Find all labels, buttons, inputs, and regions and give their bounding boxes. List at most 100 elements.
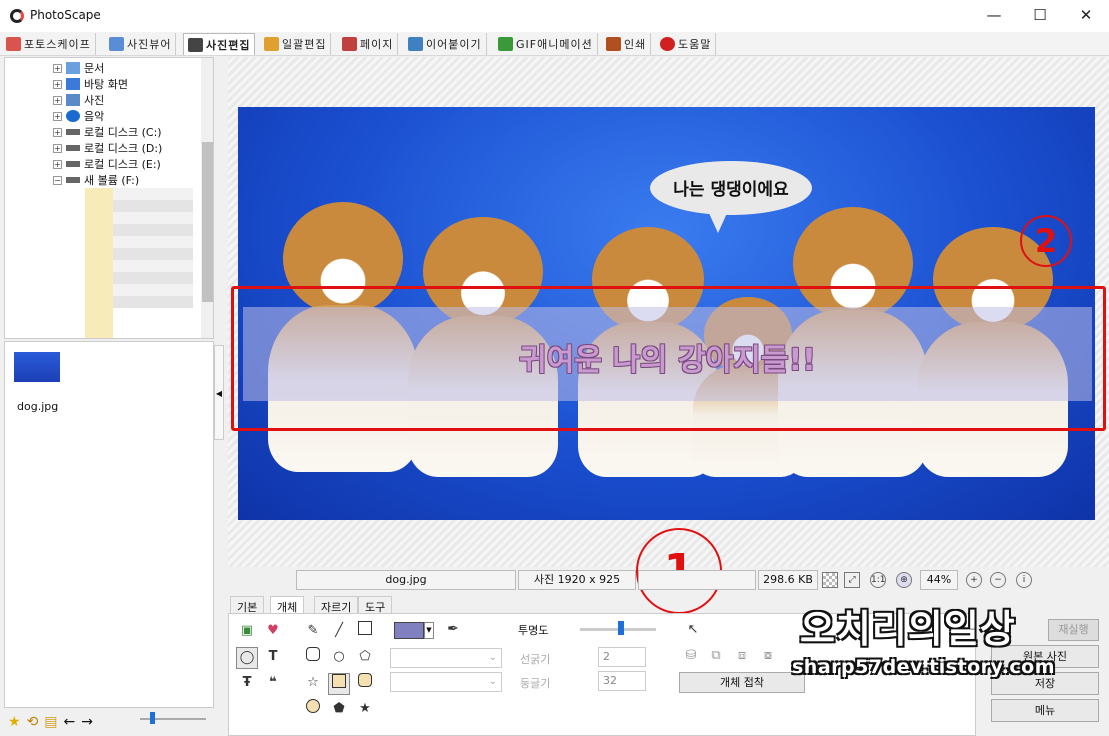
thumbnail-image[interactable] [14,352,60,382]
tree-item-documents[interactable]: + 문서 [53,60,104,76]
tab-help[interactable]: 도움말 [656,33,717,55]
disk-icon [66,129,80,135]
annotation-marker-2: 2 [1020,215,1072,267]
expand-icon[interactable]: + [53,63,62,73]
filled-rounded-rect-icon[interactable] [354,673,376,695]
layer-icon[interactable]: ⛁ [680,646,702,668]
panel-collapse-button[interactable]: ◀ [214,345,224,440]
main-tab-bar: 포토스케이프 사진뷰어 사진편집 일괄편집 페이지 이어붙이기 GIF애니메이션… [0,32,1109,56]
thumbnail-filename: dog.jpg [17,400,59,413]
send-back-icon[interactable]: ⧇ [757,646,779,668]
opacity-label: 투명도 [518,624,549,637]
tab-viewer[interactable]: 사진뷰어 [105,33,177,55]
tab-page[interactable]: 페이지 [338,33,399,55]
tab-gif[interactable]: GIF애니메이션 [494,33,598,55]
photoscape-logo-icon [10,9,24,23]
minimize-button[interactable]: — [971,0,1017,32]
line-style-combo[interactable]: ⌄ [390,648,502,668]
filled-circle-icon[interactable] [302,699,324,721]
expand-icon[interactable]: + [53,111,62,121]
status-filename: dog.jpg [296,570,516,590]
pentagon-icon[interactable]: ⬠ [354,647,376,669]
tab-print[interactable]: 인쇄 [602,33,652,55]
text-effect-icon[interactable]: Ŧ [236,673,258,695]
expand-icon[interactable]: + [53,127,62,137]
transparency-icon[interactable] [822,572,838,588]
subtab-crop[interactable]: 자르기 [314,596,359,614]
rounded-rect-icon[interactable] [302,647,324,669]
color-dropdown-icon[interactable]: ▼ [424,622,434,639]
line-width-stepper[interactable]: 2 [598,647,646,667]
tree-item-disk-c[interactable]: + 로컬 디스크 (C:) [53,124,162,140]
arrow-style-combo[interactable]: ⌄ [390,672,502,692]
collapse-icon[interactable]: − [53,175,62,185]
line-icon[interactable]: ╱ [328,621,350,643]
tree-scrollbar-thumb[interactable] [202,142,213,302]
eyedropper-icon[interactable]: ✒ [442,619,464,641]
tab-editor[interactable]: 사진편집 [183,33,256,55]
subtab-tools[interactable]: 도구 [358,596,393,614]
roundness-label: 둥글기 [520,677,551,690]
duplicate-icon[interactable]: ⧉ [705,646,727,668]
expand-icon[interactable]: + [53,159,62,169]
expand-icon[interactable]: + [53,79,62,89]
tree-item-desktop[interactable]: + 바탕 화면 [53,76,128,92]
zoom-level[interactable]: 44% [920,570,958,590]
star-shape-icon[interactable]: ☆ [302,673,324,695]
pointer-icon[interactable]: ↖ [682,620,704,642]
star-icon[interactable]: ★ [8,714,21,730]
tree-item-pictures[interactable]: + 사진 [53,92,104,108]
thumbnail-size-slider-thumb[interactable] [150,712,155,724]
heart-icon[interactable]: ♥ [262,621,284,643]
filled-rect-icon[interactable] [328,673,350,695]
bring-front-icon[interactable]: ⧈ [731,646,753,668]
zoom-out-icon[interactable]: − [990,572,1006,588]
tab-batch[interactable]: 일괄편집 [260,33,332,55]
text-icon[interactable]: T [262,647,284,669]
subtab-object[interactable]: 개체 [270,596,305,614]
rectangle-icon[interactable] [354,621,376,643]
fill-color-swatch[interactable] [394,622,424,639]
quote-icon[interactable]: ❝ [262,673,284,695]
folder-icon[interactable]: ▤ [44,714,57,730]
filled-star-icon[interactable]: ★ [354,699,376,721]
subtab-basic[interactable]: 기본 [230,596,265,614]
actual-size-icon[interactable]: 1:1 [870,572,886,588]
tree-item-disk-e[interactable]: + 로컬 디스크 (E:) [53,156,161,172]
tab-combine[interactable]: 이어붙이기 [404,33,487,55]
image-insert-icon[interactable]: ▣ [236,621,258,643]
title-bar: PhotoScape — ☐ ✕ [0,0,1109,32]
status-bar: dog.jpg 사진 1920 x 925 298.6 KB ⤢ 1:1 ⊕ 4… [296,570,1036,590]
filled-pentagon-icon[interactable]: ⬟ [328,699,350,721]
tree-item-disk-d[interactable]: + 로컬 디스크 (D:) [53,140,162,156]
blurred-folder-list [85,188,113,338]
expand-icon[interactable]: + [53,95,62,105]
watermark-title: 오치리의일상 [800,607,1016,651]
annotation-box-2 [231,286,1106,431]
disk-icon [66,177,80,183]
rotate-icon[interactable]: ⟲ [27,714,39,730]
redo-button[interactable]: 재실행 [1048,619,1099,641]
opacity-slider-thumb[interactable] [618,621,624,635]
speech-balloon-icon[interactable]: ◯ [236,647,258,669]
folder-tree[interactable]: + 문서 + 바탕 화면 + 사진 + 음악 + 로컬 디스크 (C:) + 로컬 디스크 … [4,57,214,339]
close-button[interactable]: ✕ [1063,0,1109,32]
attach-object-button[interactable]: 개체 접착 [679,672,805,693]
tree-item-music[interactable]: + 음악 [53,108,104,124]
zoom-in-icon[interactable]: + [966,572,982,588]
tab-photoscape[interactable]: 포토스케이프 [2,33,96,55]
roundness-stepper[interactable]: 32 [598,671,646,691]
expand-icon[interactable]: + [53,143,62,153]
pen-icon[interactable]: ✎ [302,621,324,643]
window-title: PhotoScape [30,8,101,22]
circle-icon[interactable]: ○ [328,647,350,669]
speech-bubble-tail [708,211,728,233]
info-icon[interactable]: i [1016,572,1032,588]
tree-item-disk-f[interactable]: − 새 볼륨 (F:) [53,172,139,188]
forward-arrow-icon[interactable]: → [81,714,93,730]
back-arrow-icon[interactable]: ← [64,714,76,730]
zoom-fit-icon[interactable]: ⊕ [896,572,912,588]
maximize-button[interactable]: ☐ [1017,0,1063,32]
menu-button[interactable]: 메뉴 [991,699,1099,722]
fit-screen-icon[interactable]: ⤢ [844,572,860,588]
